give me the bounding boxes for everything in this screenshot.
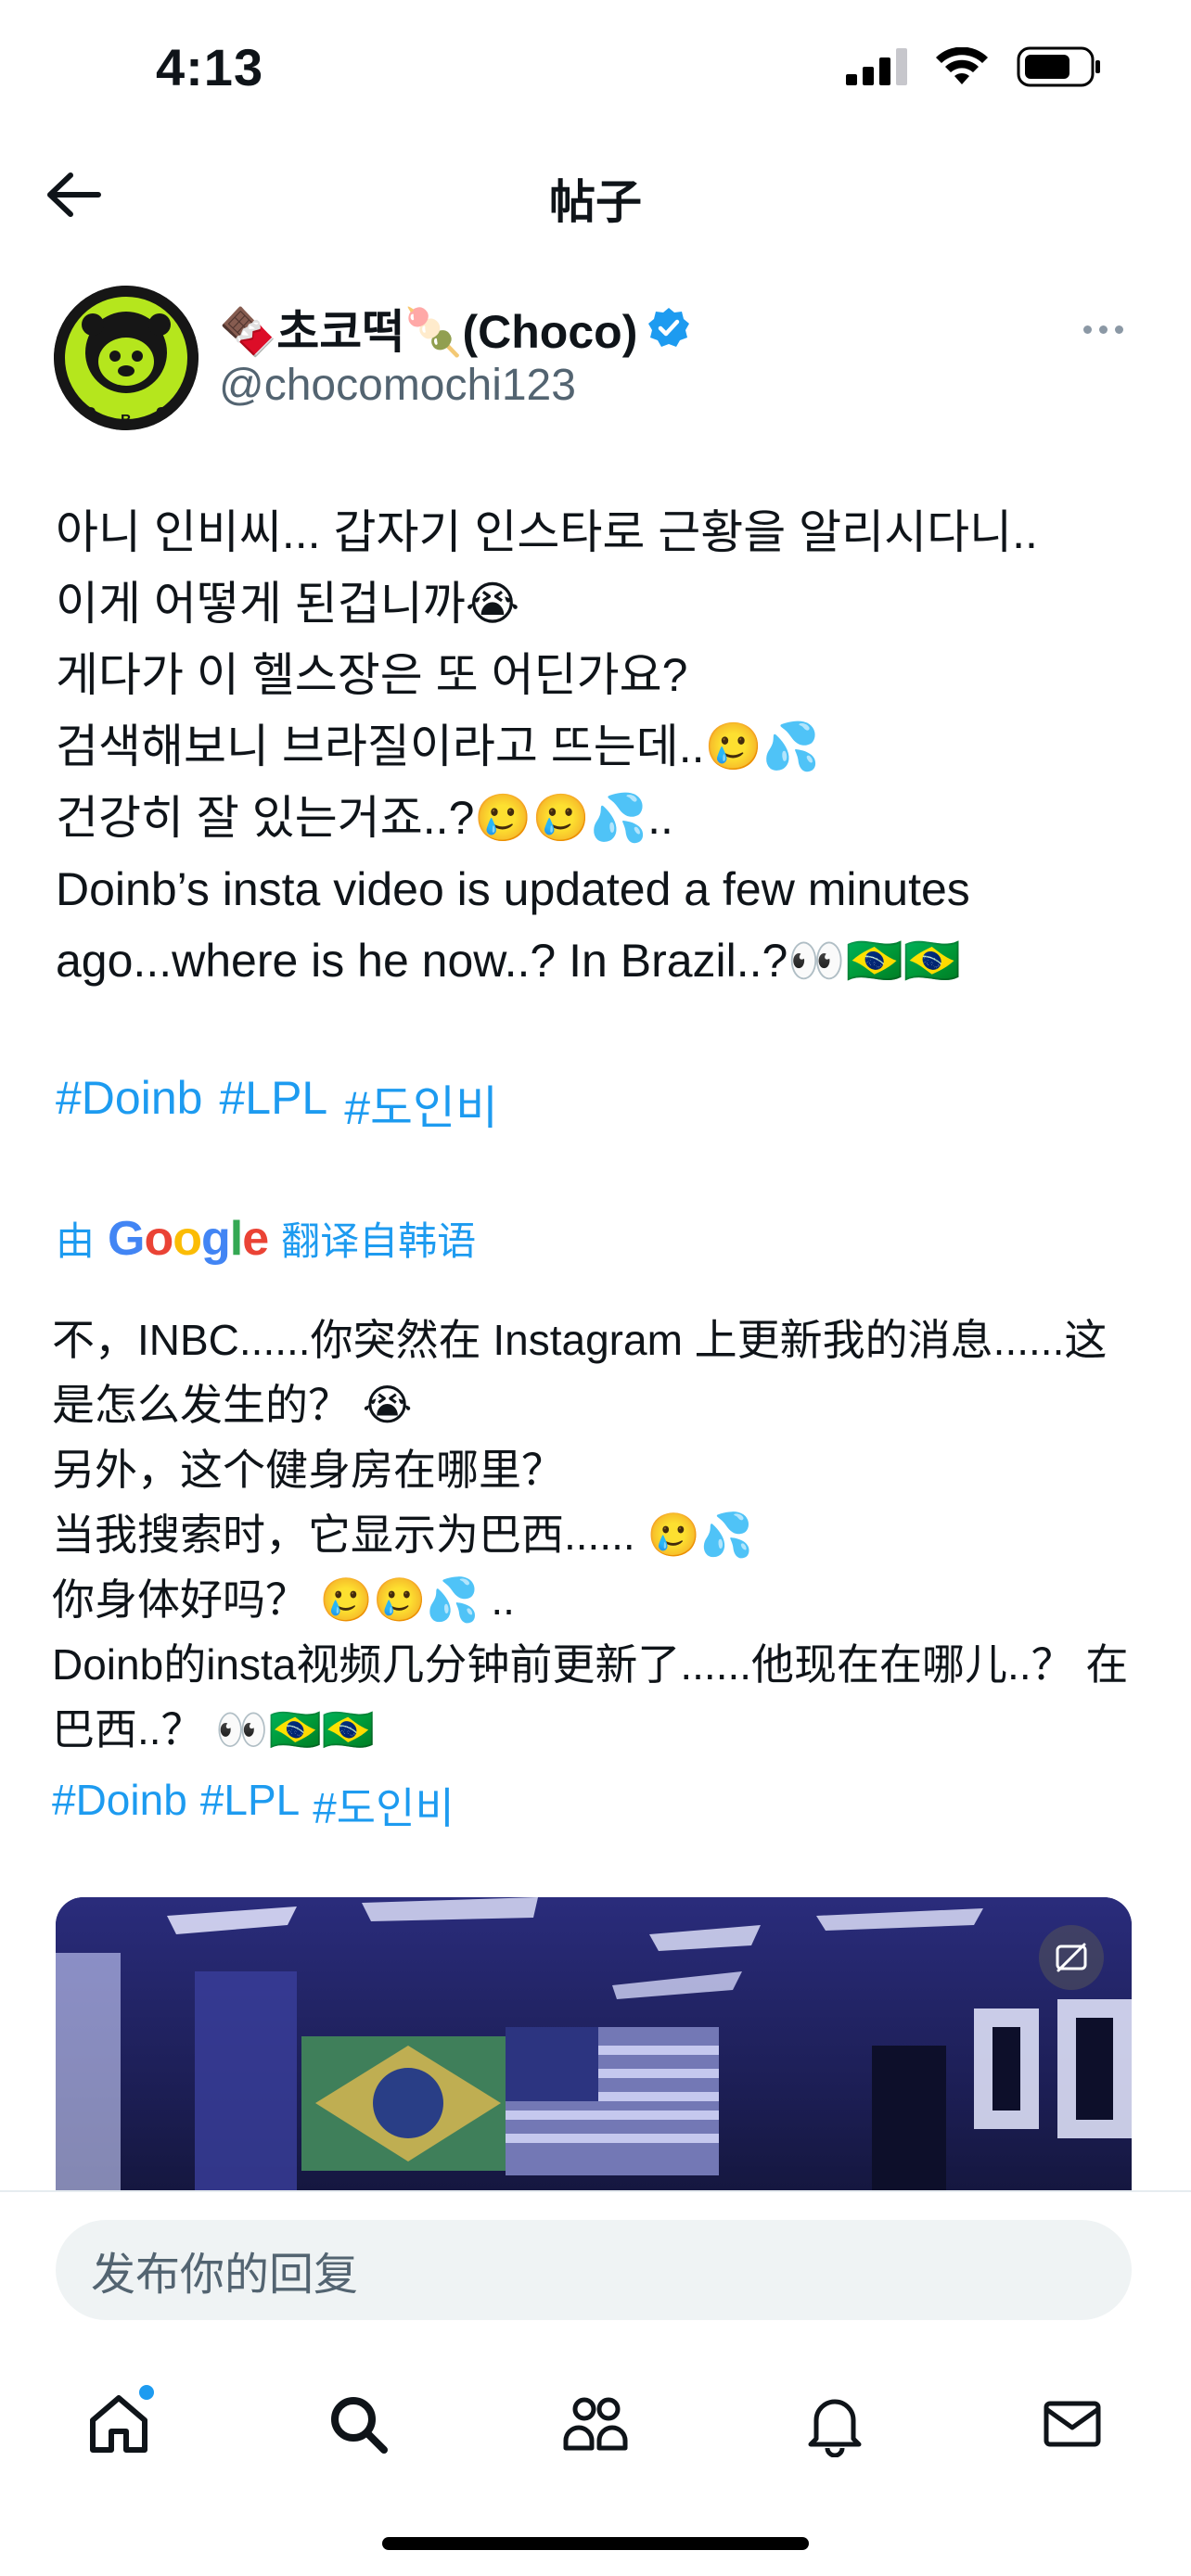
- communities-icon: [563, 2397, 628, 2451]
- hashtag-link[interactable]: #도인비: [344, 1071, 498, 1138]
- tab-notifications[interactable]: [770, 2359, 900, 2489]
- tab-messages[interactable]: [1007, 2359, 1137, 2489]
- hashtag-link[interactable]: #Doinb: [52, 1775, 187, 1836]
- signal-icon: [846, 48, 907, 85]
- more-dot-icon: [1114, 325, 1123, 334]
- us-flag-shape: [506, 2027, 719, 2175]
- status-time: 4:13: [156, 38, 264, 96]
- verified-badge-icon: [648, 308, 690, 347]
- translated-suffix: 翻译自韩语: [281, 1219, 477, 1263]
- captions-off-icon: [1056, 1943, 1087, 1972]
- more-dot-icon: [1082, 325, 1092, 334]
- avatar[interactable]: D B G: [54, 286, 198, 430]
- reply-input[interactable]: 发布你的回复: [56, 2220, 1132, 2320]
- tab-search[interactable]: [293, 2359, 423, 2489]
- video-thumbnail[interactable]: [56, 1897, 1132, 2203]
- hashtag-link[interactable]: #도인비: [313, 1775, 455, 1836]
- translated-hashtags: #Doinb #LPL #도인비: [52, 1775, 455, 1836]
- translated-by-google[interactable]: 由 Google 翻译自韩语: [56, 1210, 476, 1267]
- post-detail-screen: 4:13 帖子 D B G 🍫초코떡🍡(Choco) @chocomochi12…: [0, 0, 1191, 2576]
- bell-icon: [808, 2399, 862, 2457]
- dbg-logo-icon: D B G: [54, 286, 198, 430]
- avatar-letter-d: D: [85, 405, 96, 421]
- more-dot-icon: [1098, 325, 1108, 334]
- tab-communities[interactable]: [531, 2359, 660, 2489]
- status-bar: 4:13: [0, 0, 1191, 139]
- search-icon: [331, 2397, 388, 2454]
- notification-dot: [139, 2385, 154, 2400]
- brazil-flag-shape: [301, 2036, 515, 2171]
- tweet-author: D B G 🍫초코떡🍡(Choco) @chocomochi123: [0, 269, 1191, 436]
- tab-home[interactable]: [54, 2359, 184, 2489]
- bottom-area: 发布你的回复: [0, 2190, 1191, 2576]
- google-logo: Google: [108, 1211, 269, 1266]
- avatar-letter-g: G: [156, 405, 167, 421]
- tweet-text: 아니 인비씨... 갑자기 인스타로 근황을 알리시다니.. 이게 어떻게 된겁…: [56, 506, 1038, 987]
- hashtag-link[interactable]: #LPL: [219, 1071, 327, 1138]
- tab-bar: [0, 2359, 1191, 2489]
- status-icons: [846, 46, 1102, 87]
- captions-toggle-button[interactable]: [1039, 1925, 1104, 1990]
- page-title: 帖子: [549, 176, 642, 228]
- battery-icon: [1017, 46, 1100, 87]
- author-name-text: 🍫초코떡🍡(Choco): [219, 306, 638, 358]
- translated-text: 不，INBC......你突然在 Instagram 上更新我的消息......…: [52, 1316, 1129, 1753]
- home-indicator[interactable]: [382, 2537, 809, 2550]
- tweet-hashtags: #Doinb #LPL #도인비: [56, 1071, 498, 1138]
- hashtag-link[interactable]: #Doinb: [56, 1071, 202, 1138]
- more-options-button[interactable]: [1070, 306, 1135, 352]
- author-handle[interactable]: @chocomochi123: [219, 360, 576, 411]
- hashtag-link[interactable]: #LPL: [200, 1775, 300, 1836]
- author-name[interactable]: 🍫초코떡🍡(Choco): [219, 295, 691, 362]
- nav-header: 帖子: [0, 139, 1191, 250]
- home-icon: [90, 2395, 147, 2453]
- mail-icon: [1044, 2401, 1101, 2447]
- video-frame: [56, 1897, 1132, 2203]
- avatar-letter-b: B: [121, 413, 132, 428]
- wifi-icon: [936, 47, 988, 84]
- translated-prefix: 由: [56, 1219, 96, 1263]
